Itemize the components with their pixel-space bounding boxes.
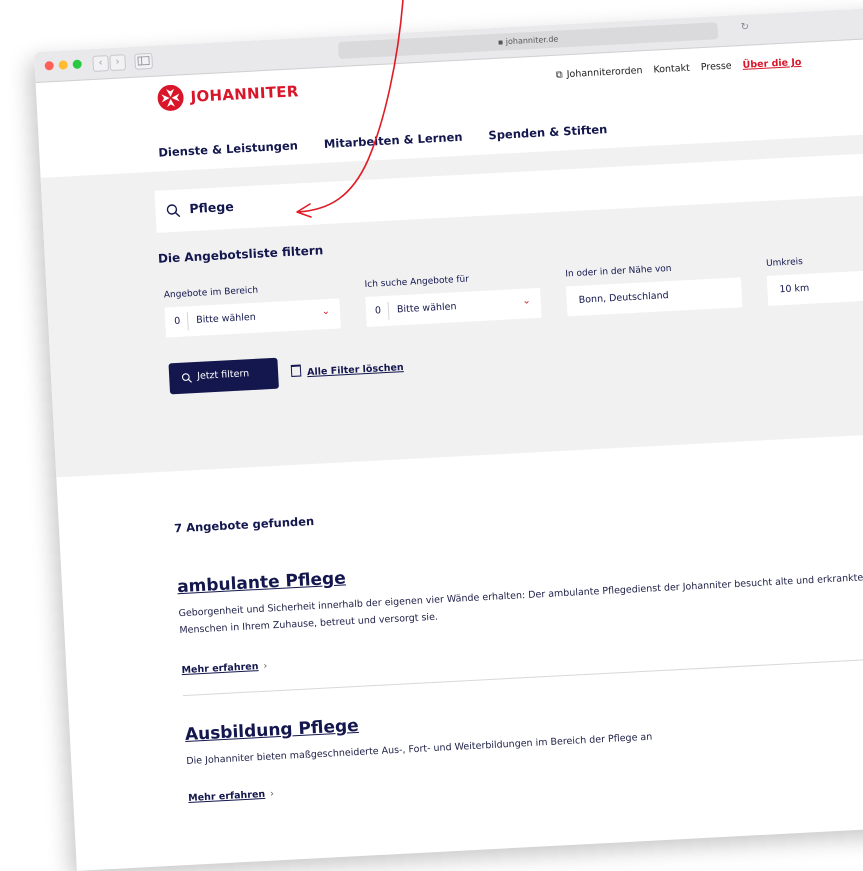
filter-location-value: Bonn, Deutschland	[578, 290, 668, 306]
zoom-window-button[interactable]	[72, 60, 81, 69]
result-title-link[interactable]: ambulante Pflege	[177, 568, 347, 597]
external-link-icon: ⧉	[556, 69, 563, 80]
apply-filter-button[interactable]: Jetzt filtern	[168, 358, 278, 395]
reload-icon[interactable]: ↻	[740, 22, 749, 33]
more-link-label: Mehr erfahren	[188, 789, 265, 804]
browser-titlebar: ‹ › ▪ johanniter.de ↻	[34, 5, 863, 83]
back-button[interactable]: ‹	[92, 55, 109, 72]
filter-fuer-count: 0	[375, 305, 382, 316]
more-link[interactable]: Mehr erfahren ›	[188, 788, 274, 803]
filter-bereich-count: 0	[174, 316, 181, 327]
logo-wordmark[interactable]: JOHANNITER	[190, 82, 299, 106]
trash-icon	[291, 364, 302, 377]
chevron-down-icon: ⌄	[522, 295, 531, 306]
util-link-kontakt[interactable]: Kontakt	[653, 63, 690, 76]
minimize-window-button[interactable]	[58, 60, 67, 69]
divider	[187, 312, 189, 330]
filter-umkreis-value: 10 km	[779, 283, 809, 296]
filter-fuer-value: Bitte wählen	[397, 301, 457, 315]
util-link-ueber[interactable]: Über die Jo	[742, 57, 801, 71]
apply-filter-label: Jetzt filtern	[197, 368, 250, 382]
chevron-right-icon: ›	[270, 788, 274, 799]
search-query: Pflege	[189, 199, 234, 216]
result-title-link[interactable]: Ausbildung Pflege	[184, 716, 359, 745]
filter-umkreis-select[interactable]: 10 km	[767, 270, 863, 306]
url-text: johanniter.de	[506, 35, 559, 47]
utility-nav: ⧉Johanniterorden Kontakt Presse Über die…	[556, 56, 810, 80]
nav-item-spenden[interactable]: Spenden & Stiften	[488, 122, 608, 142]
divider	[388, 302, 390, 320]
chevron-right-icon: ›	[263, 661, 267, 672]
more-link-label: Mehr erfahren	[181, 661, 258, 676]
close-window-button[interactable]	[45, 61, 54, 70]
filter-umkreis-label: Umkreis	[766, 257, 803, 269]
search-icon	[181, 372, 193, 384]
filter-bereich-value: Bitte wählen	[196, 312, 256, 326]
address-bar[interactable]: ▪ johanniter.de	[338, 22, 718, 59]
nav-item-dienste[interactable]: Dienste & Leistungen	[158, 138, 298, 159]
browser-window: ‹ › ▪ johanniter.de ↻ JOHANNITER ⧉Johann…	[34, 5, 863, 871]
more-link[interactable]: Mehr erfahren ›	[181, 661, 267, 676]
stage: ‹ › ▪ johanniter.de ↻ JOHANNITER ⧉Johann…	[0, 0, 863, 820]
forward-button[interactable]: ›	[109, 54, 126, 71]
result-divider	[183, 655, 863, 696]
chevron-down-icon: ⌄	[321, 306, 330, 317]
johanniter-cross-logo-icon[interactable]	[157, 84, 184, 111]
util-link-presse[interactable]: Presse	[701, 61, 732, 74]
nav-item-mitarbeiten[interactable]: Mitarbeiten & Lernen	[324, 130, 463, 151]
results-count: 7 Angebote gefunden	[174, 514, 315, 535]
util-link-orden[interactable]: Johanniterorden	[566, 65, 642, 80]
sidebar-toggle-icon[interactable]	[134, 53, 153, 70]
search-icon	[165, 203, 182, 220]
